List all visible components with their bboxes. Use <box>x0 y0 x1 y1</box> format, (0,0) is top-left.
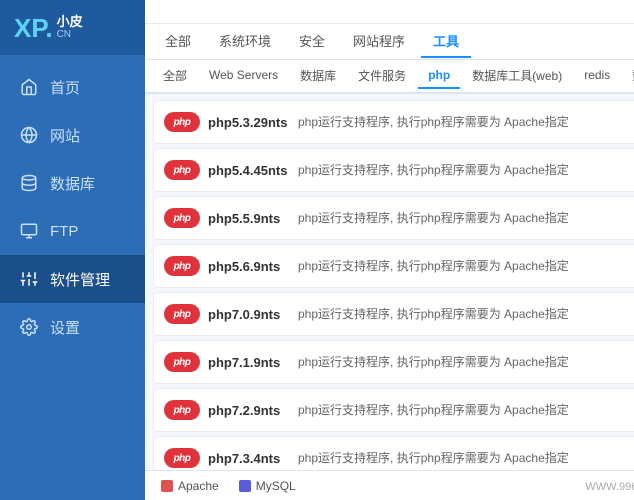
sidebar-item-database[interactable]: 数据库 <box>0 159 145 207</box>
cat-tab-security[interactable]: 安全 <box>287 25 337 58</box>
sidebar-item-label: 软件管理 <box>50 269 110 290</box>
php-badge: php <box>164 448 200 468</box>
php-item-desc: php运行支持程序, 执行php程序需要为 Apache指定 <box>290 402 634 419</box>
sidebar-item-label: 设置 <box>50 317 80 338</box>
php-badge: php <box>164 352 200 372</box>
php-badge: php <box>164 112 200 132</box>
php-badge: php <box>164 160 200 180</box>
content-area: phpphp5.3.29ntsphp运行支持程序, 执行php程序需要为 Apa… <box>145 94 634 470</box>
php-item-name: php5.3.29nts <box>200 115 290 130</box>
home-icon <box>18 76 40 98</box>
table-row: phpphp5.5.9ntsphp运行支持程序, 执行php程序需要为 Apac… <box>153 196 634 240</box>
table-row: phpphp7.2.9ntsphp运行支持程序, 执行php程序需要为 Apac… <box>153 388 634 432</box>
php-item-desc: php运行支持程序, 执行php程序需要为 Apache指定 <box>290 162 634 179</box>
category-tabs: 全部 系统环境 安全 网站程序 工具 显示全部 ▾ <box>145 24 634 60</box>
php-badge: php <box>164 208 200 228</box>
php-item-name: php5.4.45nts <box>200 163 290 178</box>
sidebar-item-website[interactable]: 网站 <box>0 111 145 159</box>
table-row: phpphp5.3.29ntsphp运行支持程序, 执行php程序需要为 Apa… <box>153 100 634 144</box>
sub-tab-webservers[interactable]: Web Servers <box>199 63 288 89</box>
php-item-name: php5.6.9nts <box>200 259 290 274</box>
table-row: phpphp7.1.9ntsphp运行支持程序, 执行php程序需要为 Apac… <box>153 340 634 384</box>
footer: Apache MySQL WWW.9969.net 版本 8.1.1.3↑ <box>145 470 634 500</box>
table-row: phpphp7.0.9ntsphp运行支持程序, 执行php程序需要为 Apac… <box>153 292 634 336</box>
php-item-desc: php运行支持程序, 执行php程序需要为 Apache指定 <box>290 450 634 467</box>
database-icon <box>18 172 40 194</box>
apache-legend-dot <box>161 480 173 492</box>
php-item-desc: php运行支持程序, 执行php程序需要为 Apache指定 <box>290 210 634 227</box>
sidebar-item-ftp[interactable]: FTP <box>0 207 145 255</box>
logo-sub-bot: CN <box>57 29 83 41</box>
logo: XP. 小皮 CN <box>0 0 145 55</box>
php-item-desc: php运行支持程序, 执行php程序需要为 Apache指定 <box>290 258 634 275</box>
sub-tab-php[interactable]: php <box>418 63 460 89</box>
php-item-desc: php运行支持程序, 执行php程序需要为 Apache指定 <box>290 114 634 131</box>
cat-tab-webapps[interactable]: 网站程序 <box>341 25 417 58</box>
cat-tab-sysenv[interactable]: 系统环境 <box>207 25 283 58</box>
footer-version: WWW.9969.net 版本 8.1.1.3↑ <box>585 478 634 494</box>
php-item-desc: php运行支持程序, 执行php程序需要为 Apache指定 <box>290 306 634 323</box>
php-item-name: php7.1.9nts <box>200 355 290 370</box>
table-row: phpphp5.6.9ntsphp运行支持程序, 执行php程序需要为 Apac… <box>153 244 634 288</box>
globe-icon <box>18 124 40 146</box>
sub-tab-fileservice[interactable]: 文件服务 <box>348 62 416 91</box>
cat-tab-all[interactable]: 全部 <box>153 25 203 58</box>
gear-icon <box>18 316 40 338</box>
php-badge: php <box>164 400 200 420</box>
monitor-icon <box>18 220 40 242</box>
mysql-label: MySQL <box>256 479 296 493</box>
php-item-desc: php运行支持程序, 执行php程序需要为 Apache指定 <box>290 354 634 371</box>
sub-tab-redis[interactable]: redis <box>574 63 620 89</box>
legend-mysql: MySQL <box>239 479 296 493</box>
cat-tab-tools[interactable]: 工具 <box>421 25 471 58</box>
sidebar-item-software[interactable]: 软件管理 <box>0 255 145 303</box>
sliders-icon <box>18 268 40 290</box>
sidebar-item-label: 数据库 <box>50 173 95 194</box>
topbar: — □ × <box>145 0 634 24</box>
logo-subtitle: 小皮 CN <box>57 14 83 42</box>
sidebar-item-label: FTP <box>50 223 78 240</box>
php-item-name: php7.2.9nts <box>200 403 290 418</box>
logo-xp: XP. <box>14 15 53 41</box>
sub-tab-db[interactable]: 数据库 <box>290 62 346 91</box>
sidebar-item-settings[interactable]: 设置 <box>0 303 145 351</box>
logo-sub-top: 小皮 <box>57 14 83 30</box>
php-badge: php <box>164 304 200 324</box>
sidebar-nav: 首页 网站 数据库 FTP 软件管理 <box>0 63 145 351</box>
sub-tab-all[interactable]: 全部 <box>153 62 197 91</box>
mysql-legend-dot <box>239 480 251 492</box>
legend-apache: Apache <box>161 479 219 493</box>
table-row: phpphp7.3.4ntsphp运行支持程序, 执行php程序需要为 Apac… <box>153 436 634 470</box>
main-content: — □ × 全部 系统环境 安全 网站程序 工具 显示全部 ▾ 全部 Web S… <box>145 0 634 500</box>
php-item-name: php7.0.9nts <box>200 307 290 322</box>
sidebar: XP. 小皮 CN 首页 网站 数据库 <box>0 0 145 500</box>
sub-tabs: 全部 Web Servers 数据库 文件服务 php 数据库工具(web) r… <box>145 60 634 94</box>
sidebar-item-label: 首页 <box>50 77 80 98</box>
sub-tab-dbclient[interactable]: 数据库工具(客户端) <box>622 62 634 91</box>
apache-label: Apache <box>178 479 219 493</box>
php-item-name: php5.5.9nts <box>200 211 290 226</box>
php-item-name: php7.3.4nts <box>200 451 290 466</box>
sub-tab-dbtoolweb[interactable]: 数据库工具(web) <box>462 62 572 91</box>
php-badge: php <box>164 256 200 276</box>
sidebar-item-label: 网站 <box>50 125 80 146</box>
sidebar-item-home[interactable]: 首页 <box>0 63 145 111</box>
table-row: phpphp5.4.45ntsphp运行支持程序, 执行php程序需要为 Apa… <box>153 148 634 192</box>
php-item-list: phpphp5.3.29ntsphp运行支持程序, 执行php程序需要为 Apa… <box>145 94 634 470</box>
